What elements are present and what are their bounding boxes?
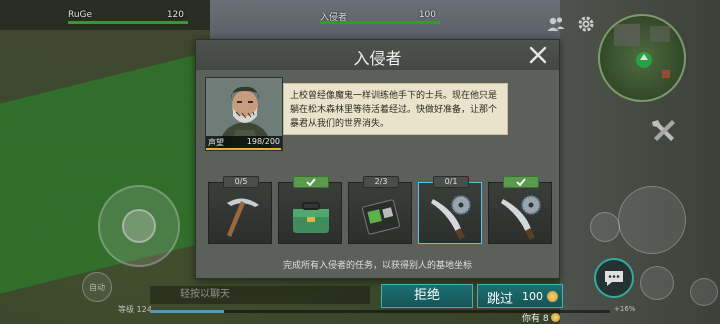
task-card-selected[interactable]: 0/1 [418,176,482,244]
story-text: 上校曾经像魔鬼一样训练他手下的士兵。现在他只是躺在松木森林里等待活着经过。快做好… [283,83,508,135]
task-progress: 0/1 [433,176,469,188]
checkmark-icon [306,178,316,187]
task-complete-check [293,176,329,188]
pickaxe-icon [227,198,259,237]
task-progress: 2/3 [363,176,399,188]
reputation-label: 声望 [208,138,224,147]
coin-icon [550,313,560,322]
reputation-bar: 声望 198/200 [206,136,282,150]
raider-portrait: 声望 198/200 [205,77,283,151]
skip-label: 跳过 [487,292,514,307]
reputation-fill [206,148,282,150]
skip-cost: 100 [522,290,543,303]
raider-dialog: 入侵者 声望 198/200 上校曾经像魔鬼一样训练他手下的士兵。现在他只是躺在… [195,39,560,279]
refuse-button[interactable]: 拒绝 [381,284,473,308]
task-card[interactable] [278,176,342,244]
task-card[interactable]: 2/3 [348,176,412,244]
dialog-header: 入侵者 [196,40,559,70]
dialog-title: 入侵者 [353,49,402,68]
task-card[interactable]: 0/5 [208,176,272,244]
blueprint-icon [362,199,400,235]
close-button[interactable] [527,44,549,66]
task-complete-check [503,176,539,188]
task-list: 0/5 2/3 0/1 [206,172,552,252]
sawblade-machete-icon [501,195,541,240]
sawblade-machete-icon [431,195,471,240]
currency-owned-label: 你有 8 [522,314,549,324]
task-card[interactable] [488,176,552,244]
toolbox-icon [293,202,329,233]
checkmark-icon [516,178,526,187]
currency-owned: 你有 8 [522,311,560,324]
coin-icon [547,291,558,302]
reputation-value: 198/200 [246,137,280,146]
skip-button[interactable]: 跳过 100 [477,284,563,308]
objective-text: 完成所有入侵者的任务，以获得别人的基地坐标 [282,261,472,271]
task-progress: 0/5 [223,176,259,188]
